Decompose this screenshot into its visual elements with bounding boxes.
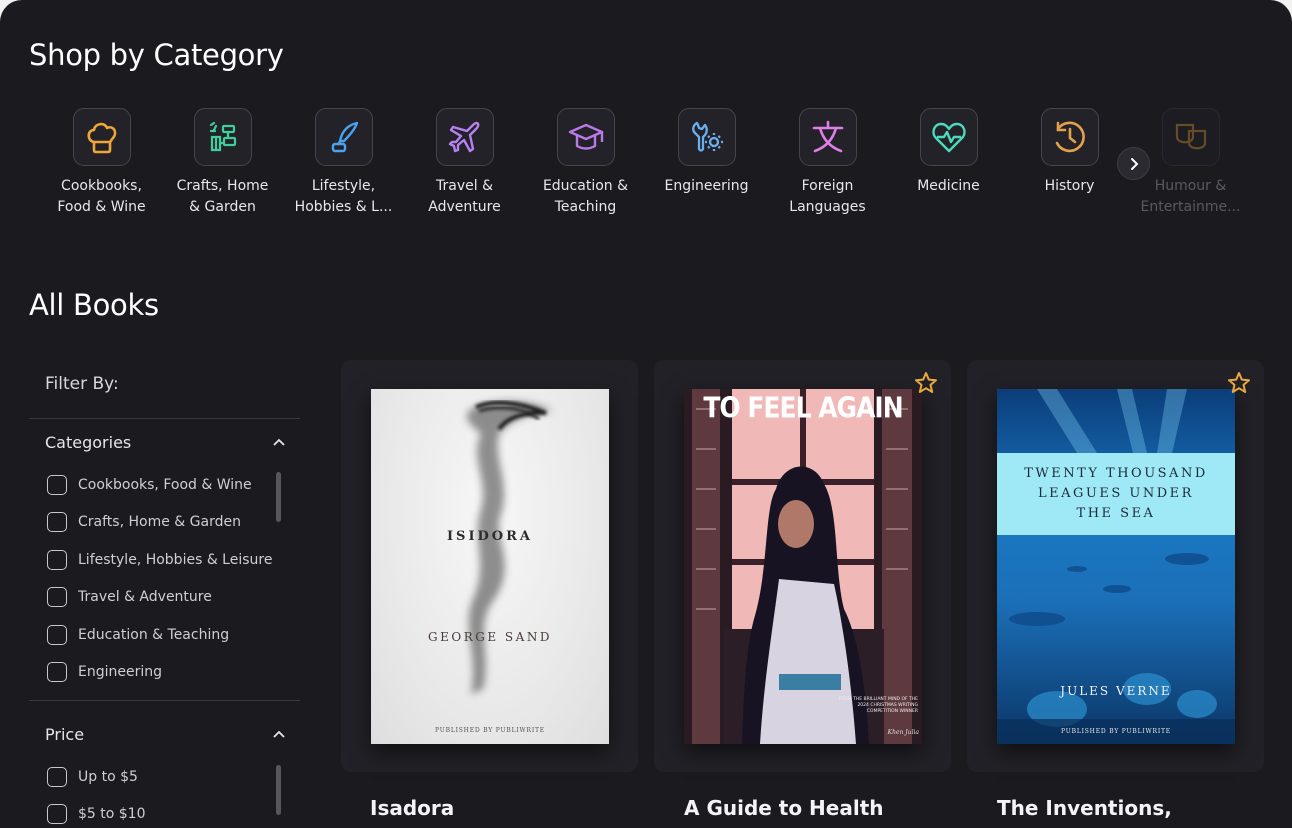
category-label: Lifestyle, Hobbies & L... <box>294 178 393 215</box>
divider <box>29 418 300 419</box>
option-label: Travel & Adventure <box>78 589 212 605</box>
book-cover-to-feel-again: TO FEEL AGAIN FROM THE BRILLIANT MIND OF… <box>684 389 922 744</box>
graduation-cap-icon <box>556 108 615 166</box>
category-label: Foreign Languages <box>789 178 866 215</box>
book-title[interactable]: The Inventions, <box>997 796 1172 820</box>
cover-publisher: PUBLISHED BY PUBLIWRITE <box>435 727 545 734</box>
checkbox[interactable] <box>47 550 67 570</box>
chevron-up-icon <box>273 730 285 738</box>
filter-title: Filter By: <box>45 374 119 394</box>
book-title[interactable]: A Guide to Health <box>684 796 884 820</box>
book-cover-twenty-thousand-leagues: TWENTY THOUSAND LEAGUES UNDER THE SEA JU… <box>997 389 1235 744</box>
category-label: Humour & Entertainme... <box>1140 178 1241 215</box>
price-filter-label: Price <box>45 724 85 744</box>
category-filter-option[interactable]: Education & Teaching <box>47 623 229 647</box>
book-card[interactable]: ISIDORA GEORGE SAND PUBLISHED BY PUBLIWR… <box>341 360 638 772</box>
cover-author: JULES VERNE <box>1060 684 1172 698</box>
option-label: $5 to $10 <box>78 806 146 822</box>
category-filter-option[interactable]: Travel & Adventure <box>47 585 212 609</box>
cover-publisher: PUBLISHED BY PUBLIWRITE <box>1061 728 1171 735</box>
category-filter-option[interactable]: Lifestyle, Hobbies & Leisure <box>47 548 272 572</box>
chef-hat-icon <box>72 108 131 166</box>
price-filter-toggle[interactable]: Price <box>45 722 285 746</box>
category-engineering[interactable]: Engineering <box>646 108 767 197</box>
book-card[interactable]: TO FEEL AGAIN FROM THE BRILLIANT MIND OF… <box>654 360 951 772</box>
quill-icon <box>314 108 373 166</box>
categories-filter-toggle[interactable]: Categories <box>45 430 285 454</box>
category-label: Engineering <box>664 178 749 194</box>
cover-title-line: TWENTY THOUSAND <box>1024 466 1208 481</box>
category-label: Education & Teaching <box>542 178 629 215</box>
cover-title-line: THE SEA <box>1076 506 1156 521</box>
category-lifestyle[interactable]: Lifestyle, Hobbies & L... <box>283 108 404 218</box>
category-filter-option[interactable]: Crafts, Home & Garden <box>47 510 241 534</box>
shop-by-category-title: Shop by Category <box>29 38 284 72</box>
option-label: Cookbooks, Food & Wine <box>78 477 252 493</box>
categories-scrollbar[interactable] <box>276 472 281 522</box>
checkbox[interactable] <box>47 475 67 495</box>
cover-note: FROM THE BRILLIANT MIND OF THE 2024 CHRI… <box>838 697 919 714</box>
option-label: Lifestyle, Hobbies & Leisure <box>78 552 273 568</box>
cover-title: ISIDORA <box>446 529 534 544</box>
chevron-up-icon <box>273 438 285 446</box>
option-label: Crafts, Home & Garden <box>78 514 241 530</box>
category-cookbooks[interactable]: Cookbooks, Food & Wine <box>41 108 162 218</box>
category-foreign-languages[interactable]: Foreign Languages <box>767 108 888 218</box>
category-filter-option[interactable]: Cookbooks, Food & Wine <box>47 473 252 497</box>
checkbox[interactable] <box>47 512 67 532</box>
star-icon[interactable] <box>1226 370 1252 396</box>
cover-figure-illustration <box>466 400 553 694</box>
cover-signature: Khen Julia <box>887 729 919 736</box>
heartbeat-icon <box>919 108 978 166</box>
cover-author: GEORGE SAND <box>428 630 552 644</box>
category-label: Cookbooks, Food & Wine <box>57 178 146 215</box>
category-label: Travel & Adventure <box>428 178 501 215</box>
option-label: Engineering <box>78 664 162 680</box>
checkbox[interactable] <box>47 804 67 824</box>
category-history[interactable]: History <box>1009 108 1130 197</box>
checkbox[interactable] <box>47 625 67 645</box>
option-label: Education & Teaching <box>78 627 230 643</box>
translate-icon <box>798 108 857 166</box>
book-title[interactable]: Isadora <box>370 796 454 820</box>
crafts-icon <box>193 108 252 166</box>
price-scrollbar[interactable] <box>276 765 281 815</box>
categories-filter-label: Categories <box>45 432 132 452</box>
category-label: History <box>1044 178 1095 194</box>
option-label: Up to $5 <box>78 769 138 785</box>
checkbox[interactable] <box>47 767 67 787</box>
chevron-right-icon <box>1130 157 1138 170</box>
cover-title: TO FEEL AGAIN <box>703 390 903 425</box>
category-education[interactable]: Education & Teaching <box>525 108 646 218</box>
history-clock-icon <box>1040 108 1099 166</box>
divider <box>29 700 300 701</box>
theater-masks-icon <box>1161 108 1220 166</box>
checkbox[interactable] <box>47 662 67 682</box>
cover-anime-illustration <box>684 389 922 744</box>
category-medicine[interactable]: Medicine <box>888 108 1009 197</box>
category-label: Crafts, Home & Garden <box>176 178 269 215</box>
gear-wrench-icon <box>677 108 736 166</box>
star-icon[interactable] <box>913 370 939 396</box>
price-filter-option[interactable]: Up to $5 <box>47 765 138 789</box>
checkbox[interactable] <box>47 587 67 607</box>
book-card[interactable]: TWENTY THOUSAND LEAGUES UNDER THE SEA JU… <box>967 360 1264 772</box>
carousel-next-button[interactable] <box>1117 147 1150 180</box>
all-books-title: All Books <box>29 288 159 322</box>
airplane-icon <box>435 108 494 166</box>
category-label: Medicine <box>917 178 980 194</box>
category-travel[interactable]: Travel & Adventure <box>404 108 525 218</box>
filter-panel: Filter By: Categories Cookbooks, Food & … <box>29 360 300 828</box>
book-cover-isidora: ISIDORA GEORGE SAND PUBLISHED BY PUBLIWR… <box>371 389 609 744</box>
price-filter-option[interactable]: $5 to $10 <box>47 802 146 826</box>
category-carousel: Cookbooks, Food & Wine Crafts, Home & Ga… <box>41 108 1261 228</box>
category-crafts[interactable]: Crafts, Home & Garden <box>162 108 283 218</box>
cover-title-band: TWENTY THOUSAND LEAGUES UNDER THE SEA <box>997 453 1235 535</box>
cover-title-line: LEAGUES UNDER <box>1038 486 1194 501</box>
category-filter-option[interactable]: Engineering <box>47 660 162 684</box>
app-window: Shop by Category Cookbooks, Food & Wine <box>0 0 1292 828</box>
